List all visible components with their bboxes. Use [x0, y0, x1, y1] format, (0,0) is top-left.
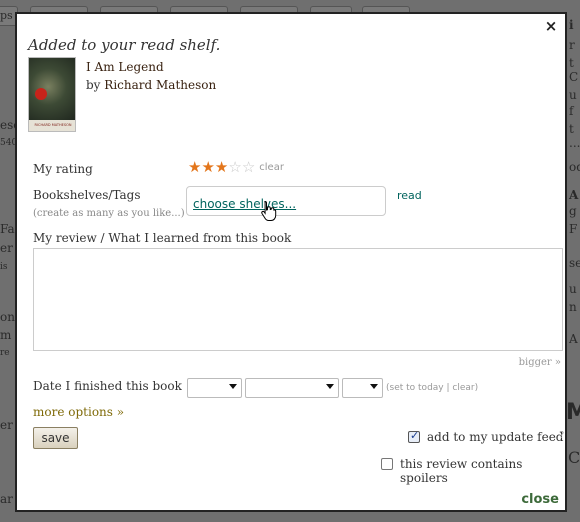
- cover-footer: RICHARD MATHESON: [29, 120, 75, 131]
- background-text: g: [569, 204, 577, 218]
- choose-shelves-link[interactable]: choose shelves...: [193, 197, 296, 211]
- background-text: is: [0, 262, 8, 272]
- hand-cursor-icon: [261, 200, 277, 221]
- background-text: n: [569, 300, 577, 314]
- cover-emblem: [35, 88, 47, 100]
- month-select[interactable]: [187, 378, 242, 398]
- add-to-shelf-dialog: × Added to your read shelf. RICHARD MATH…: [15, 12, 567, 512]
- background-text: od: [569, 160, 580, 174]
- background-text: re: [0, 348, 10, 358]
- background-text: ps: [0, 9, 13, 22]
- author-link[interactable]: Richard Matheson: [104, 78, 216, 92]
- background-text: C: [569, 70, 579, 84]
- by-label: by: [86, 78, 101, 92]
- review-textarea[interactable]: [33, 248, 563, 351]
- star-icon-5[interactable]: ☆: [242, 159, 255, 175]
- background-text: t: [569, 56, 574, 70]
- bigger-link[interactable]: bigger »: [519, 357, 561, 368]
- background-text: A: [569, 332, 578, 346]
- close-icon[interactable]: ×: [543, 18, 559, 34]
- star-rating[interactable]: ★ ★ ★ ☆ ☆ clear: [188, 159, 284, 175]
- background-text: F: [569, 222, 578, 236]
- dropdown-arrow-icon: [229, 384, 237, 389]
- dropdown-arrow-icon: [370, 384, 378, 389]
- star-icon-1[interactable]: ★: [188, 159, 201, 175]
- background-text: u: [569, 88, 577, 102]
- background-text: se: [569, 256, 580, 270]
- background-text: ...: [569, 136, 580, 150]
- background-text: t: [569, 122, 574, 136]
- book-cover[interactable]: RICHARD MATHESON: [28, 57, 76, 132]
- background-heading: Mi: [566, 400, 580, 425]
- star-icon-3[interactable]: ★: [215, 159, 228, 175]
- help-icon[interactable]: ?: [559, 430, 564, 441]
- paren-close: ): [474, 383, 479, 393]
- year-select[interactable]: [342, 378, 383, 398]
- date-hint: (set to today | clear): [386, 383, 478, 393]
- day-select[interactable]: [245, 378, 339, 398]
- spoilers-label: this review contains spoilers: [400, 457, 523, 485]
- clear-rating-link[interactable]: clear: [259, 162, 284, 173]
- cover-author-text: RICHARD MATHESON: [34, 123, 72, 127]
- close-link[interactable]: close: [521, 492, 559, 507]
- book-author-line: by Richard Matheson: [86, 78, 216, 92]
- shelves-label: Bookshelves/Tags: [33, 188, 141, 202]
- add-to-feed-label: add to my update feed: [427, 430, 564, 444]
- choose-shelves-box[interactable]: choose shelves...: [186, 186, 386, 216]
- book-title[interactable]: I Am Legend: [86, 60, 164, 74]
- background-text: i: [569, 18, 574, 32]
- background-text: Fa: [0, 222, 15, 236]
- background-text: f: [569, 104, 574, 118]
- background-text: A: [569, 188, 579, 202]
- add-to-feed-checkbox[interactable]: [408, 429, 420, 443]
- more-options-link[interactable]: more options »: [33, 405, 124, 419]
- background-text: ar: [0, 492, 13, 506]
- shelves-hint: (create as many as you like...): [33, 208, 185, 219]
- save-button[interactable]: save: [33, 427, 78, 449]
- star-icon-2[interactable]: ★: [201, 159, 214, 175]
- background-text: C: [568, 448, 580, 467]
- background-text: r: [569, 38, 575, 52]
- spoilers-checkbox[interactable]: [381, 458, 393, 470]
- date-finished-label: Date I finished this book: [33, 379, 182, 393]
- background-text: er: [0, 241, 13, 255]
- background-text: m: [0, 328, 12, 342]
- review-label: My review / What I learned from this boo…: [33, 231, 292, 245]
- shelf-read-tag[interactable]: read: [397, 189, 422, 202]
- dialog-title: Added to your read shelf.: [28, 36, 221, 54]
- background-text: er: [0, 418, 13, 432]
- dropdown-arrow-icon: [326, 384, 334, 389]
- rating-label: My rating: [33, 162, 93, 176]
- background-text: u: [569, 282, 577, 296]
- set-to-today-link[interactable]: set to today: [390, 383, 444, 393]
- background-text: on: [0, 310, 15, 324]
- clear-date-link[interactable]: clear: [452, 383, 474, 393]
- star-icon-4[interactable]: ☆: [228, 159, 241, 175]
